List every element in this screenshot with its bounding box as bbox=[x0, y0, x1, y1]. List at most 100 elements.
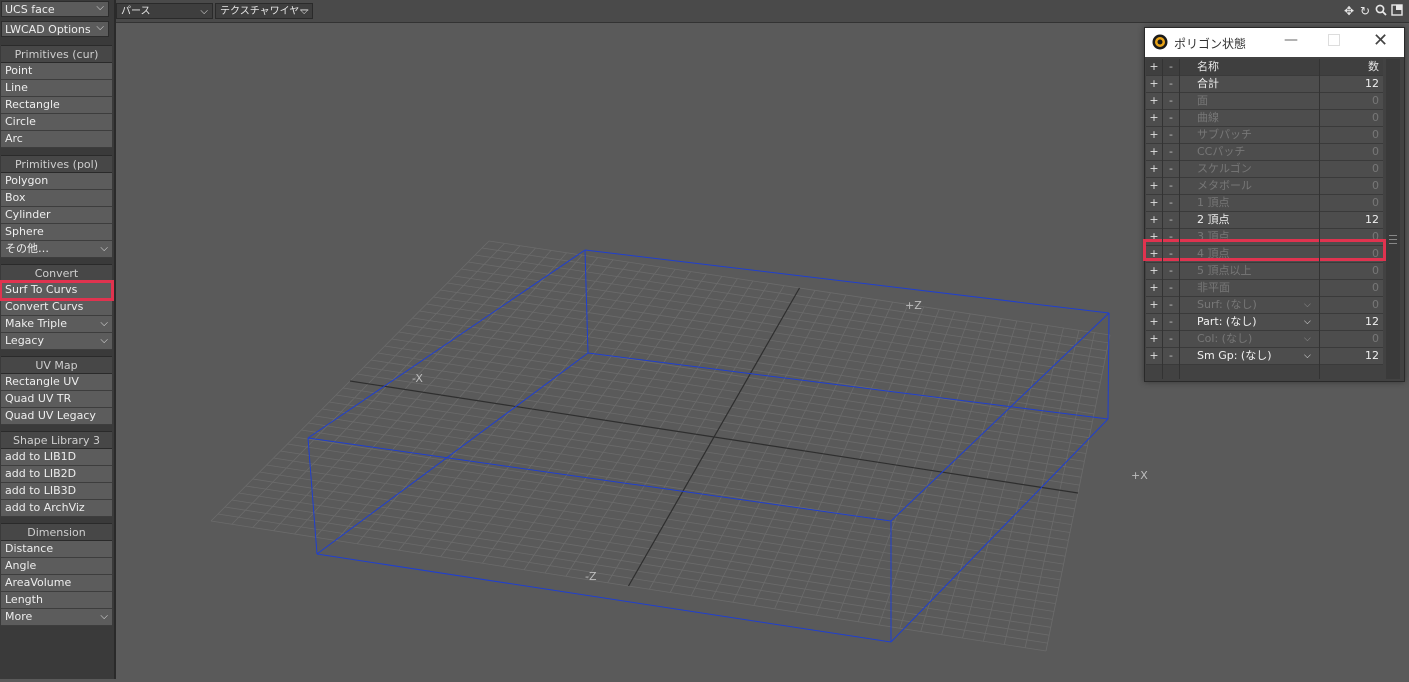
table-row[interactable]: + - Surf: (なし) ⌵ 0 bbox=[1146, 297, 1383, 314]
remove-button[interactable]: - bbox=[1163, 246, 1179, 262]
table-row[interactable]: + - スケルゴン 0 bbox=[1146, 161, 1383, 178]
chevron-down-icon[interactable]: ⌵ bbox=[1304, 348, 1311, 364]
add-button[interactable]: + bbox=[1146, 263, 1162, 279]
table-row[interactable]: + - 面 0 bbox=[1146, 93, 1383, 110]
tool-more-dropdown[interactable]: その他… ⌵ bbox=[1, 241, 112, 258]
tool-panel: UCS face ⌵ LWCAD Options ⌵ Primitives (c… bbox=[0, 0, 116, 679]
scrollbar[interactable] bbox=[1386, 59, 1400, 379]
add-button[interactable]: + bbox=[1146, 246, 1162, 262]
add-button[interactable]: + bbox=[1146, 297, 1162, 313]
remove-button[interactable]: - bbox=[1163, 127, 1179, 143]
tool-arc-button[interactable]: Arc bbox=[1, 131, 112, 148]
maximize-icon[interactable] bbox=[1328, 34, 1340, 46]
table-row[interactable]: + - 1 頂点 0 bbox=[1146, 195, 1383, 212]
zoom-icon[interactable] bbox=[1374, 4, 1388, 18]
remove-button[interactable]: - bbox=[1163, 297, 1179, 313]
rotate-view-icon[interactable]: ↻ bbox=[1358, 4, 1372, 18]
remove-button[interactable]: - bbox=[1163, 331, 1179, 347]
view-mode-dropdown[interactable]: パース ⌵ bbox=[116, 3, 213, 19]
add-button[interactable]: + bbox=[1146, 110, 1162, 126]
tool-angle-button[interactable]: Angle bbox=[1, 558, 112, 575]
tool-surf-to-curvs-button[interactable]: Surf To Curvs bbox=[0, 280, 114, 301]
lwcad-options-dropdown[interactable]: LWCAD Options ⌵ bbox=[1, 21, 109, 37]
tool-add-lib2d-button[interactable]: add to LIB2D bbox=[1, 466, 112, 483]
table-row[interactable]: + - CCパッチ 0 bbox=[1146, 144, 1383, 161]
tool-point-button[interactable]: Point bbox=[1, 63, 112, 80]
add-button[interactable]: + bbox=[1146, 76, 1162, 92]
table-row[interactable]: + - Sm Gp: (なし) ⌵ 12 bbox=[1146, 348, 1383, 365]
lwcad-dropdown-label: LWCAD Options bbox=[5, 22, 91, 36]
table-row[interactable]: + - 非平面 0 bbox=[1146, 280, 1383, 297]
remove-button[interactable]: - bbox=[1163, 93, 1179, 109]
add-button[interactable]: + bbox=[1146, 195, 1162, 211]
table-row[interactable]: + - 2 頂点 12 bbox=[1146, 212, 1383, 229]
table-row[interactable]: + - 合計 12 bbox=[1146, 76, 1383, 93]
tool-sphere-button[interactable]: Sphere bbox=[1, 224, 112, 241]
table-row[interactable]: + - Col: (なし) ⌵ 0 bbox=[1146, 331, 1383, 348]
row-name: メタボール bbox=[1197, 179, 1252, 192]
remove-button[interactable]: - bbox=[1163, 110, 1179, 126]
table-row[interactable]: + - サブパッチ 0 bbox=[1146, 127, 1383, 144]
table-row[interactable]: + - Part: (なし) ⌵ 12 bbox=[1146, 314, 1383, 331]
table-row[interactable]: + - 曲線 0 bbox=[1146, 110, 1383, 127]
minimize-icon[interactable]: — bbox=[1284, 32, 1298, 48]
table-row[interactable]: + - メタボール 0 bbox=[1146, 178, 1383, 195]
add-button[interactable]: + bbox=[1146, 144, 1162, 160]
tool-convert-curvs-button[interactable]: Convert Curvs bbox=[1, 299, 112, 316]
window-titlebar[interactable]: ポリゴン状態 — ✕ bbox=[1145, 28, 1404, 57]
tool-polygon-button[interactable]: Polygon bbox=[1, 173, 112, 190]
tool-make-triple-dropdown[interactable]: Make Triple ⌵ bbox=[1, 316, 112, 333]
tool-add-archviz-button[interactable]: add to ArchViz bbox=[1, 500, 112, 517]
tool-line-button[interactable]: Line bbox=[1, 80, 112, 97]
move-view-icon[interactable]: ✥ bbox=[1342, 4, 1356, 18]
remove-button[interactable]: - bbox=[1163, 263, 1179, 279]
chevron-down-icon[interactable]: ⌵ bbox=[1304, 331, 1311, 347]
tool-add-lib3d-button[interactable]: add to LIB3D bbox=[1, 483, 112, 500]
add-button[interactable]: + bbox=[1146, 212, 1162, 228]
chevron-down-icon[interactable]: ⌵ bbox=[1304, 297, 1311, 313]
add-button[interactable]: + bbox=[1146, 229, 1162, 245]
chevron-down-icon[interactable]: ⌵ bbox=[1304, 314, 1311, 330]
add-button[interactable]: + bbox=[1146, 348, 1162, 364]
table-row[interactable]: + - 3 頂点 0 bbox=[1146, 229, 1383, 246]
remove-button[interactable]: - bbox=[1163, 144, 1179, 160]
remove-button[interactable]: - bbox=[1163, 76, 1179, 92]
tool-areavolume-button[interactable]: AreaVolume bbox=[1, 575, 112, 592]
add-button[interactable]: + bbox=[1146, 178, 1162, 194]
tool-quad-uv-tr-button[interactable]: Quad UV TR bbox=[1, 391, 112, 408]
maximize-view-icon[interactable] bbox=[1390, 4, 1404, 18]
tool-quad-uv-legacy-button[interactable]: Quad UV Legacy bbox=[1, 408, 112, 425]
render-mode-dropdown[interactable]: テクスチャワイヤー ⌵ bbox=[215, 3, 313, 19]
remove-button[interactable]: - bbox=[1163, 280, 1179, 296]
tool-cylinder-button[interactable]: Cylinder bbox=[1, 207, 112, 224]
tool-rectangle-uv-button[interactable]: Rectangle UV bbox=[1, 374, 112, 391]
group-title: Shape Library 3 bbox=[1, 431, 112, 449]
tool-length-button[interactable]: Length bbox=[1, 592, 112, 609]
add-button[interactable]: + bbox=[1146, 314, 1162, 330]
ucs-dropdown[interactable]: UCS face ⌵ bbox=[1, 1, 109, 17]
tool-add-lib1d-button[interactable]: add to LIB1D bbox=[1, 449, 112, 466]
remove-button[interactable]: - bbox=[1163, 314, 1179, 330]
remove-button[interactable]: - bbox=[1163, 161, 1179, 177]
tool-box-button[interactable]: Box bbox=[1, 190, 112, 207]
add-button[interactable]: + bbox=[1146, 280, 1162, 296]
remove-button[interactable]: - bbox=[1163, 229, 1179, 245]
remove-button[interactable]: - bbox=[1163, 195, 1179, 211]
tool-more-dimension-dropdown[interactable]: More ⌵ bbox=[1, 609, 112, 626]
tool-distance-button[interactable]: Distance bbox=[1, 541, 112, 558]
table-row[interactable]: + - 4 頂点 0 bbox=[1146, 246, 1383, 263]
add-button[interactable]: + bbox=[1146, 331, 1162, 347]
remove-button[interactable]: - bbox=[1163, 212, 1179, 228]
add-button[interactable]: + bbox=[1146, 127, 1162, 143]
close-icon[interactable]: ✕ bbox=[1373, 30, 1388, 51]
add-button[interactable]: + bbox=[1146, 161, 1162, 177]
tool-rectangle-button[interactable]: Rectangle bbox=[1, 97, 112, 114]
box-edge bbox=[307, 249, 586, 439]
remove-button[interactable]: - bbox=[1163, 348, 1179, 364]
add-button[interactable]: + bbox=[1146, 93, 1162, 109]
tool-circle-button[interactable]: Circle bbox=[1, 114, 112, 131]
row-count: 12 bbox=[1365, 349, 1379, 362]
table-row[interactable]: + - 5 頂点以上 0 bbox=[1146, 263, 1383, 280]
remove-button[interactable]: - bbox=[1163, 178, 1179, 194]
tool-legacy-dropdown[interactable]: Legacy ⌵ bbox=[1, 333, 112, 350]
